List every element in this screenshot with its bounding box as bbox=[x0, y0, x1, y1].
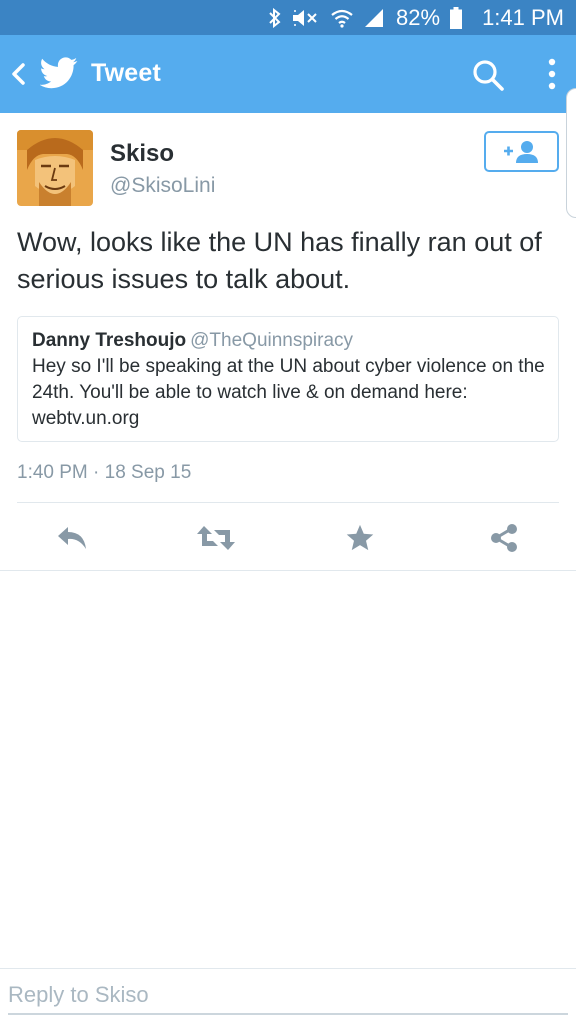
search-button[interactable] bbox=[470, 57, 506, 93]
app-bar-title: Tweet bbox=[91, 59, 161, 87]
battery-icon bbox=[450, 6, 463, 29]
quoted-tweet-text: Hey so I'll be speaking at the UN about … bbox=[32, 356, 545, 429]
favorite-star-icon bbox=[346, 524, 374, 551]
status-time: 1:41 PM bbox=[482, 4, 564, 30]
reply-input[interactable] bbox=[8, 977, 568, 1015]
quoted-display-name: Danny Treshoujo bbox=[32, 330, 187, 351]
display-name[interactable]: Skiso bbox=[110, 140, 174, 168]
battery-percentage: 82% bbox=[396, 4, 441, 30]
reply-button[interactable] bbox=[52, 518, 92, 558]
divider bbox=[0, 570, 576, 571]
bluetooth-icon bbox=[269, 7, 281, 28]
screen-name[interactable]: @SkisoLini bbox=[110, 174, 215, 198]
more-vertical-icon bbox=[548, 58, 556, 90]
follow-button[interactable] bbox=[484, 131, 559, 172]
user-avatar-image bbox=[17, 130, 93, 206]
back-button[interactable] bbox=[6, 57, 30, 91]
tweet-timestamp: 1:40 PM · 18 Sep 15 bbox=[17, 462, 192, 483]
divider bbox=[17, 502, 559, 503]
search-icon bbox=[473, 60, 504, 91]
quoted-screen-name: @TheQuinnspiracy bbox=[190, 330, 354, 351]
tweet-detail-screen: 82% 1:41 PM Tweet Skiso @SkisoLini Wow, … bbox=[0, 0, 576, 1024]
status-icons: 82% 1:41 PM bbox=[268, 5, 564, 31]
share-icon bbox=[491, 524, 517, 552]
signal-icon bbox=[365, 8, 384, 27]
add-user-icon bbox=[503, 140, 538, 163]
wifi-icon bbox=[331, 9, 353, 28]
mute-icon bbox=[293, 9, 317, 26]
quoted-tweet-author: Danny Treshoujo @TheQuinnspiracy bbox=[32, 330, 353, 352]
avatar[interactable] bbox=[17, 130, 93, 206]
retweet-button[interactable] bbox=[196, 518, 236, 558]
chevron-left-icon bbox=[12, 63, 25, 85]
overflow-menu-button[interactable] bbox=[538, 55, 566, 95]
share-button[interactable] bbox=[484, 518, 524, 558]
tweet-text: Wow, looks like the UN has finally ran o… bbox=[17, 227, 542, 294]
retweet-icon bbox=[197, 526, 235, 550]
favorite-button[interactable] bbox=[340, 518, 380, 558]
app-bar: Tweet bbox=[0, 35, 576, 113]
twitter-bird-icon bbox=[39, 57, 78, 89]
reply-icon bbox=[58, 527, 86, 549]
status-bar: 82% 1:41 PM bbox=[0, 0, 576, 35]
reply-bar bbox=[0, 968, 576, 1024]
edge-panel-handle[interactable] bbox=[566, 88, 576, 218]
quoted-tweet-card[interactable]: Danny Treshoujo @TheQuinnspiracy Hey so I… bbox=[17, 316, 559, 442]
